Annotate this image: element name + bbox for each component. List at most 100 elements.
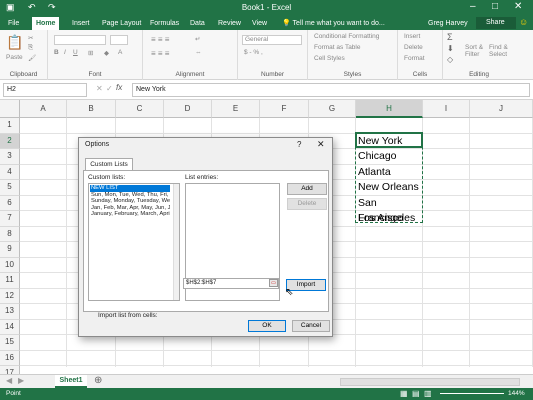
bold-icon[interactable]: B xyxy=(54,49,59,56)
cancel-button[interactable]: Cancel xyxy=(292,320,330,332)
sheet-tab[interactable]: Sheet1 xyxy=(55,375,87,388)
new-sheet-icon[interactable]: ⊕ xyxy=(94,375,102,386)
insert-button[interactable]: Insert xyxy=(404,33,420,40)
column-header-a[interactable]: A xyxy=(20,100,67,118)
paste-label[interactable]: Paste xyxy=(6,54,23,61)
page-layout-view-icon[interactable]: ▤ xyxy=(412,389,420,398)
row-header-6[interactable]: 6 xyxy=(0,195,20,211)
format-button[interactable]: Format xyxy=(404,55,425,62)
row-header-14[interactable]: 14 xyxy=(0,319,20,335)
paste-icon[interactable]: 📋 xyxy=(6,34,23,51)
wrap-text-icon[interactable]: ↵ xyxy=(195,35,200,43)
user-name[interactable]: Greg Harvey xyxy=(424,17,472,30)
row-header-1[interactable]: 1 xyxy=(0,118,20,134)
clear-icon[interactable]: ◇ xyxy=(447,55,453,64)
font-name-box[interactable] xyxy=(54,35,106,45)
row-header-8[interactable]: 8 xyxy=(0,226,20,242)
page-break-view-icon[interactable]: ▥ xyxy=(424,389,432,398)
add-button[interactable]: Add xyxy=(287,183,327,195)
dialog-close-icon[interactable]: ✕ xyxy=(317,139,325,150)
cancel-entry-icon[interactable]: ✕ xyxy=(96,84,103,93)
column-header-i[interactable]: I xyxy=(423,100,470,118)
row-header-9[interactable]: 9 xyxy=(0,242,20,258)
column-header-d[interactable]: D xyxy=(164,100,212,118)
insert-function-icon[interactable]: fx xyxy=(116,83,122,92)
delete-button[interactable]: Delete xyxy=(404,44,423,51)
row-header-5[interactable]: 5 xyxy=(0,180,20,196)
row-header-12[interactable]: 12 xyxy=(0,288,20,304)
cell-styles-button[interactable]: Cell Styles xyxy=(314,55,345,62)
horizontal-scrollbar[interactable] xyxy=(340,378,520,386)
column-header-c[interactable]: C xyxy=(116,100,164,118)
row-header-3[interactable]: 3 xyxy=(0,149,20,165)
share-button[interactable]: Share xyxy=(476,17,516,29)
collapse-dialog-icon[interactable]: ▭ xyxy=(269,279,278,287)
tab-page-layout[interactable]: Page Layout xyxy=(98,17,145,30)
scroll-left-icon[interactable]: ◀ xyxy=(6,376,12,385)
align-left-icon[interactable]: ≡ ≡ ≡ xyxy=(151,49,169,58)
row-header-2[interactable]: 2 xyxy=(0,133,20,149)
name-box[interactable]: H2 xyxy=(3,83,87,97)
column-header-g[interactable]: G xyxy=(309,100,356,118)
listbox-scrollbar[interactable] xyxy=(173,184,179,300)
help-icon[interactable]: ? xyxy=(297,140,301,149)
zoom-slider[interactable] xyxy=(440,393,504,394)
find-select-button[interactable]: Find & Select xyxy=(489,44,508,58)
close-icon[interactable]: ✕ xyxy=(514,1,522,12)
border-icon[interactable]: ⊞ xyxy=(88,49,93,57)
smiley-icon[interactable]: ☺ xyxy=(519,17,528,27)
select-all-corner[interactable] xyxy=(0,100,20,118)
tab-review[interactable]: Review xyxy=(214,17,245,30)
tab-data[interactable]: Data xyxy=(186,17,209,30)
fill-color-icon[interactable]: ◆ xyxy=(104,49,109,57)
row-header-13[interactable]: 13 xyxy=(0,304,20,320)
import-range-input[interactable]: $H$2:$H$7 xyxy=(183,278,279,289)
column-header-j[interactable]: J xyxy=(470,100,533,118)
cut-icon[interactable]: ✂ xyxy=(28,34,33,42)
copy-icon[interactable]: ⎘ xyxy=(28,44,33,52)
font-color-icon[interactable]: A xyxy=(118,49,122,56)
normal-view-icon[interactable]: ▦ xyxy=(400,389,408,398)
delete-button[interactable]: Delete xyxy=(287,198,327,210)
currency-icon[interactable]: $ - % , xyxy=(244,49,263,56)
column-header-h[interactable]: H xyxy=(356,100,423,118)
formula-input[interactable]: New York xyxy=(132,83,530,97)
column-header-b[interactable]: B xyxy=(67,100,116,118)
fill-icon[interactable]: ⬇ xyxy=(447,44,454,53)
tab-home[interactable]: Home xyxy=(32,17,60,30)
number-format-select[interactable]: General xyxy=(242,35,302,45)
enter-icon[interactable]: ✓ xyxy=(106,84,113,93)
zoom-level[interactable]: 144% xyxy=(508,390,525,397)
custom-list-item[interactable]: January, February, March, Apri xyxy=(90,211,170,218)
row-header-7[interactable]: 7 xyxy=(0,211,20,227)
scroll-right-icon[interactable]: ▶ xyxy=(18,376,24,385)
row-header-15[interactable]: 15 xyxy=(0,335,20,351)
column-header-e[interactable]: E xyxy=(212,100,260,118)
row-header-4[interactable]: 4 xyxy=(0,164,20,180)
format-as-table-button[interactable]: Format as Table xyxy=(314,44,360,51)
row-header-10[interactable]: 10 xyxy=(0,257,20,273)
tab-file[interactable]: File xyxy=(2,17,25,30)
sort-filter-button[interactable]: Sort & Filter xyxy=(465,44,483,58)
ok-button[interactable]: OK xyxy=(248,320,286,332)
align-top-icon[interactable]: ≡ ≡ ≡ xyxy=(151,35,169,44)
merge-icon[interactable]: ⇔ xyxy=(195,49,202,56)
autosum-icon[interactable]: Σ xyxy=(447,32,453,42)
maximize-icon[interactable]: □ xyxy=(492,1,498,12)
italic-icon[interactable]: I xyxy=(64,49,66,56)
tell-me-box[interactable]: 💡 Tell me what you want to do... xyxy=(278,17,389,30)
column-header-f[interactable]: F xyxy=(260,100,309,118)
tab-view[interactable]: View xyxy=(248,17,271,30)
row-header-16[interactable]: 16 xyxy=(0,350,20,366)
tab-formulas[interactable]: Formulas xyxy=(146,17,183,30)
font-size-box[interactable] xyxy=(110,35,128,45)
tab-insert[interactable]: Insert xyxy=(68,17,94,30)
underline-icon[interactable]: U xyxy=(73,49,78,56)
custom-lists-listbox[interactable]: NEW LIST Sun, Mon, Tue, Wed, Thu, Fri, SS… xyxy=(88,183,180,301)
cells-label: Cells xyxy=(412,71,428,78)
row-header-11[interactable]: 11 xyxy=(0,273,20,289)
format-painter-icon[interactable]: 🖌 xyxy=(28,54,36,62)
conditional-formatting-button[interactable]: Conditional Formatting xyxy=(314,33,379,40)
minimize-icon[interactable]: – xyxy=(470,1,476,12)
tab-custom-lists[interactable]: Custom Lists xyxy=(85,158,133,170)
